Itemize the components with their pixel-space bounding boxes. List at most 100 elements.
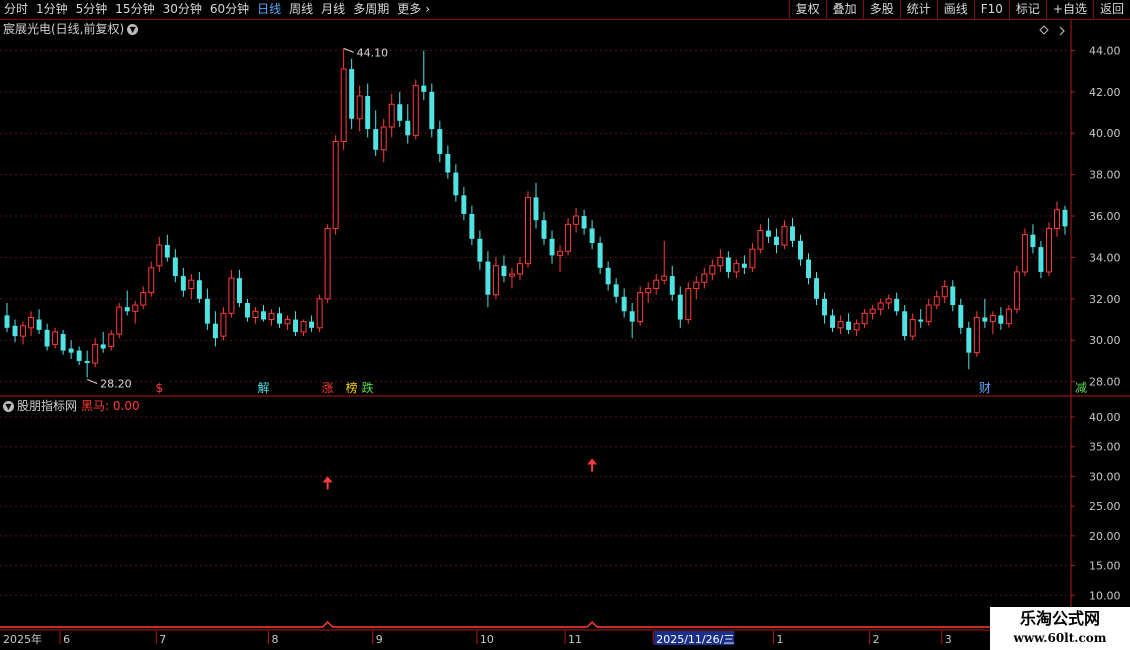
period-tab-0[interactable]: 分时	[0, 0, 32, 19]
annotation-label: 44.10	[357, 46, 389, 59]
candle-body	[405, 120, 411, 136]
candle-body	[44, 329, 50, 347]
main-y-tick-label: 40.00	[1089, 127, 1121, 140]
candle-body	[533, 197, 539, 221]
x-axis-label: 10	[480, 633, 494, 646]
candle-body	[437, 129, 443, 154]
tool-button-5[interactable]: F10	[973, 0, 1009, 19]
candle-body	[733, 263, 740, 273]
candle-body	[861, 312, 868, 325]
candle-body	[477, 238, 483, 262]
candle-body	[60, 334, 66, 351]
candle-body	[100, 344, 106, 349]
candle-body	[941, 285, 948, 298]
candle-body	[309, 321, 315, 328]
period-tab-8[interactable]: 月线	[317, 0, 349, 19]
chart-canvas[interactable]: 44.00 42.00 40.00 38.00 36.00 34.00 32.00 30.00…	[0, 0, 1130, 650]
period-tab-10[interactable]: 更多	[393, 0, 425, 19]
candle-body	[461, 195, 467, 214]
candle-body	[789, 226, 795, 241]
x-axis-label: 11	[568, 633, 582, 646]
candle-body	[757, 230, 764, 250]
candle-body	[36, 319, 42, 330]
period-tab-9[interactable]: 多周期	[349, 0, 393, 19]
period-tab-2[interactable]: 5分钟	[72, 0, 112, 19]
candle-body	[653, 279, 660, 289]
candle-body	[613, 284, 619, 297]
candle-body	[661, 275, 668, 281]
period-tab-3[interactable]: 15分钟	[111, 0, 158, 19]
candle-body	[525, 196, 531, 265]
candle-body	[621, 296, 627, 312]
tool-button-4[interactable]: 画线	[936, 0, 974, 19]
candle-body	[549, 238, 555, 256]
tool-button-2[interactable]: 多股	[862, 0, 900, 19]
candle-body	[837, 321, 844, 329]
candle-body	[373, 129, 379, 150]
tool-button-8[interactable]: 返回	[1092, 0, 1130, 19]
candle-body	[846, 321, 852, 330]
period-tab-5[interactable]: 60分钟	[206, 0, 253, 19]
candle-body	[164, 245, 170, 258]
candle-body	[469, 213, 475, 239]
candle-body	[557, 250, 564, 256]
candle-body	[982, 317, 988, 322]
candle-body	[781, 225, 788, 246]
candle-body	[605, 267, 611, 285]
candle-body	[140, 292, 147, 306]
candle-body	[869, 308, 876, 314]
period-tab-7[interactable]: 周线	[285, 0, 317, 19]
watermark: 乐淘公式网 www.60lt.com	[990, 607, 1130, 650]
candle-body	[388, 103, 395, 128]
candle-body	[1013, 271, 1020, 310]
indicator-y-tick-label: 25.00	[1089, 500, 1121, 513]
candle-body	[485, 261, 491, 295]
candle-body	[300, 321, 307, 333]
period-tab-6[interactable]: 日线	[253, 0, 285, 19]
candle-body	[397, 104, 403, 121]
main-y-tick-label: 42.00	[1089, 86, 1121, 99]
candle-body	[108, 333, 115, 347]
candle-body	[76, 350, 82, 361]
candle-body	[340, 68, 347, 143]
candle-body	[749, 248, 756, 269]
candle-body	[84, 360, 90, 364]
signal-arrow	[322, 476, 333, 483]
tool-button-6[interactable]: 标记	[1008, 0, 1046, 19]
candle-body	[429, 91, 435, 130]
tool-button-1[interactable]: 叠加	[825, 0, 863, 19]
candle-body	[453, 172, 459, 196]
candle-body	[909, 319, 916, 337]
candle-body	[412, 85, 419, 136]
candle-body	[1005, 308, 1012, 325]
candle-body	[958, 305, 964, 328]
main-y-tick-label: 32.00	[1089, 293, 1121, 306]
candle-body	[814, 278, 820, 299]
period-tab-1[interactable]: 1分钟	[32, 0, 72, 19]
candle-body	[717, 256, 724, 267]
candle-body	[124, 307, 130, 312]
candle-body	[853, 323, 860, 331]
chevron-down-icon[interactable]: ▼	[3, 401, 14, 412]
period-tab-4[interactable]: 30分钟	[159, 0, 206, 19]
candle-body	[277, 313, 283, 324]
candle-body	[925, 304, 932, 323]
candle-body	[212, 323, 218, 339]
x-axis-label: 3	[945, 633, 952, 646]
chevron-down-icon[interactable]: ▼	[127, 24, 139, 35]
diamond-icon	[1039, 25, 1049, 35]
candle-body	[156, 244, 163, 267]
candle-body	[188, 279, 195, 289]
event-marker: 榜	[346, 380, 358, 395]
chevron-right-icon[interactable]: ›	[425, 0, 432, 19]
candle-body	[645, 287, 652, 294]
candle-body	[918, 319, 924, 322]
candle-body	[966, 327, 972, 353]
tool-button-7[interactable]: +自选	[1045, 0, 1093, 19]
tool-button-3[interactable]: 统计	[899, 0, 937, 19]
period-tabs: 分时 1分钟 5分钟 15分钟 30分钟 60分钟 日线 周线 月线 多周期 更多 ›	[0, 0, 432, 19]
candle-body	[332, 141, 339, 229]
indicator-name: 股朋指标网	[17, 399, 78, 413]
tool-button-0[interactable]: 复权	[788, 0, 826, 19]
candle-body	[365, 95, 371, 130]
